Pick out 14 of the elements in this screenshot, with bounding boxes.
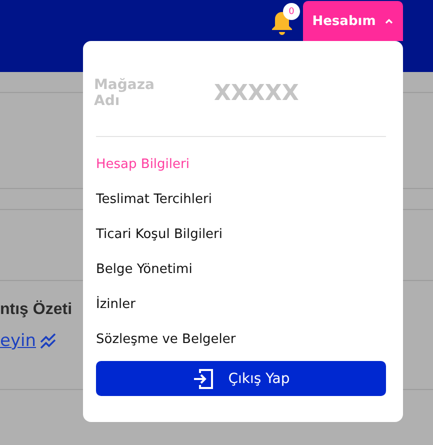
section-heading: ntış Özeti (0, 301, 72, 319)
menu-item[interactable]: Ticari Koşul Bilgileri (96, 217, 386, 252)
exit-icon (192, 368, 214, 390)
details-link[interactable]: eyin (0, 331, 36, 351)
logout-button[interactable]: Çıkış Yap (96, 361, 386, 396)
store-label: Mağaza Adı (94, 78, 156, 109)
trend-icon (40, 333, 58, 349)
notification-badge: 0 (283, 3, 300, 20)
menu-item[interactable]: İzinler (96, 287, 386, 322)
menu-item[interactable]: Sözleşme ve Belgeler (96, 322, 386, 357)
store-name: XXXXX (214, 81, 299, 106)
menu-item[interactable]: Teslimat Tercihleri (96, 182, 386, 217)
caret-icon (384, 17, 394, 25)
menu-item[interactable]: Belge Yönetimi (96, 252, 386, 287)
